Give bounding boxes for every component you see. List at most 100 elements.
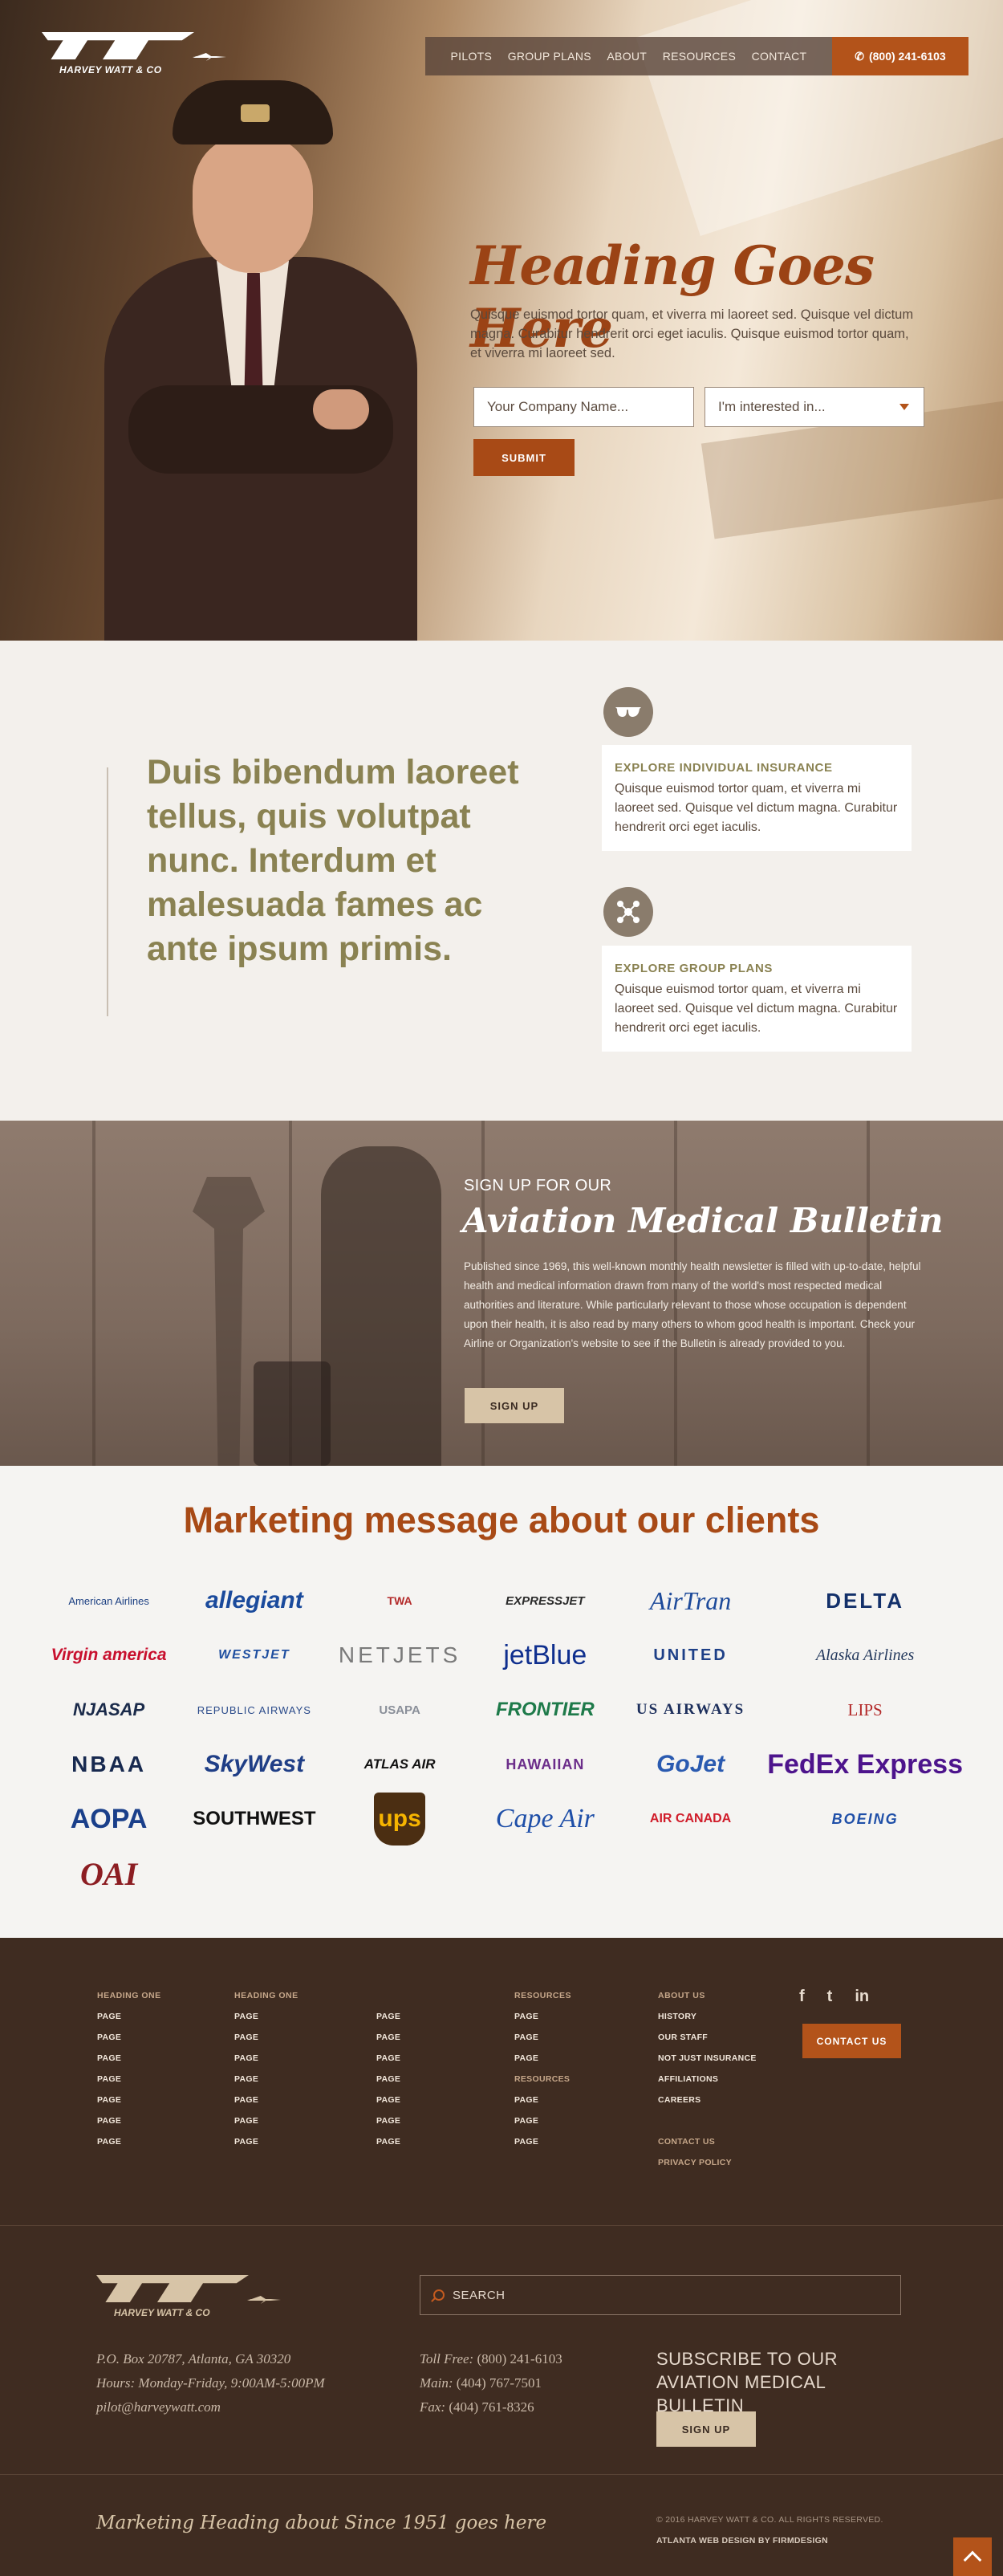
client-logo-grid: American Airlines allegiant TWA EXPRESSJ… xyxy=(40,1573,963,1901)
footer-link[interactable]: PAGE xyxy=(234,2033,298,2053)
footer-link-privacy[interactable]: PRIVACY POLICY xyxy=(658,2158,757,2179)
footer-link[interactable]: PAGE xyxy=(97,2033,161,2053)
footer-link[interactable]: PAGE xyxy=(514,2053,571,2074)
group-icon xyxy=(603,887,653,937)
client-logo: allegiant xyxy=(205,1587,303,1614)
client-logo: jetBlue xyxy=(503,1639,587,1671)
footer-link-staff[interactable]: OUR STAFF xyxy=(658,2033,757,2053)
nav-item-contact[interactable]: CONTACT xyxy=(752,50,807,63)
submit-button[interactable]: SUBMIT xyxy=(473,439,575,476)
back-to-top-button[interactable] xyxy=(953,2537,992,2576)
footer-link[interactable]: PAGE xyxy=(97,2012,161,2033)
client-logo: FedEx Express xyxy=(767,1748,963,1780)
client-logo: AIR CANADA xyxy=(649,1812,732,1825)
linkedin-icon[interactable]: in xyxy=(855,1988,869,2006)
feature-card-title[interactable]: EXPLORE INDIVIDUAL INSURANCE xyxy=(615,761,899,775)
client-logo: ATLAS AIR xyxy=(363,1756,436,1772)
interest-select[interactable]: I'm interested in... xyxy=(705,387,924,427)
footer-link[interactable]: PAGE xyxy=(97,2095,161,2116)
footer-address: P.O. Box 20787, Atlanta, GA 30320 Hours:… xyxy=(96,2347,325,2419)
footer-link[interactable]: PAGE xyxy=(234,2137,298,2158)
site-logo[interactable]: HARVEY WATT & CO xyxy=(42,31,226,80)
phone-label: Main: xyxy=(420,2375,453,2391)
footer-link[interactable]: PAGE xyxy=(376,2116,400,2137)
contact-us-button[interactable]: CONTACT US xyxy=(802,2024,901,2058)
footer-link[interactable]: PAGE xyxy=(376,2074,400,2095)
client-logo: GoJet xyxy=(656,1751,725,1777)
footer-link[interactable]: PAGE xyxy=(234,2012,298,2033)
footer-link[interactable]: PAGE xyxy=(376,2137,400,2158)
footer-phones: Toll Free: (800) 241-6103 Main: (404) 76… xyxy=(420,2347,562,2419)
client-logo: OAI xyxy=(80,1855,138,1892)
footer-link[interactable]: PAGE xyxy=(234,2116,298,2137)
hero-section: HARVEY WATT & CO PILOTS GROUP PLANS ABOU… xyxy=(0,0,1003,641)
company-name-placeholder: Your Company Name... xyxy=(487,399,629,414)
chevron-up-icon xyxy=(963,2550,982,2570)
feature-card-individual[interactable]: EXPLORE INDIVIDUAL INSURANCE Quisque eui… xyxy=(602,745,912,851)
footer-column: HEADING ONE PAGE PAGE PAGE PAGE PAGE PAG… xyxy=(234,1991,298,2158)
feature-card-title[interactable]: EXPLORE GROUP PLANS xyxy=(615,962,899,975)
footer-link[interactable]: PAGE xyxy=(514,2033,571,2053)
footer-link[interactable]: PAGE xyxy=(234,2053,298,2074)
footer-column: HEADING ONE PAGE PAGE PAGE PAGE PAGE PAG… xyxy=(97,1991,161,2158)
footer-link[interactable]: PAGE xyxy=(376,2095,400,2116)
hero-light xyxy=(636,0,1003,236)
phone-value[interactable]: (404) 767-7501 xyxy=(457,2375,542,2391)
feature-card-text: Quisque euismod tortor quam, et viverra … xyxy=(615,983,898,1035)
footer-link[interactable]: PAGE xyxy=(97,2074,161,2095)
client-logo: EXPRESSJET xyxy=(506,1593,585,1608)
phone-label: Fax: xyxy=(420,2399,446,2415)
footer-link[interactable]: PAGE xyxy=(514,2012,571,2033)
top-navigation: PILOTS GROUP PLANS ABOUT RESOURCES CONTA… xyxy=(425,37,832,75)
footer-link[interactable]: PAGE xyxy=(234,2074,298,2095)
footer-link-careers[interactable]: CAREERS xyxy=(658,2095,757,2116)
nav-item-resources[interactable]: RESOURCES xyxy=(663,50,736,63)
twitter-icon[interactable]: t xyxy=(827,1988,833,2006)
client-logo: NETJETS xyxy=(338,1642,461,1667)
facebook-icon[interactable]: f xyxy=(799,1988,805,2006)
footer-link[interactable]: PAGE xyxy=(234,2095,298,2116)
footer-divider xyxy=(0,2225,1003,2226)
phone-label: Toll Free: xyxy=(420,2351,474,2366)
sunglasses-icon xyxy=(603,687,653,737)
footer-link-affiliations[interactable]: AFFILIATIONS xyxy=(658,2074,757,2095)
footer-link[interactable]: PAGE xyxy=(97,2116,161,2137)
footer-link[interactable]: PAGE xyxy=(514,2095,571,2116)
client-logo: ups xyxy=(374,1793,426,1846)
footer-link[interactable]: PAGE xyxy=(514,2137,571,2158)
logo-text: HARVEY WATT & CO xyxy=(59,64,162,75)
footer-column: ABOUT US HISTORY OUR STAFF NOT JUST INSU… xyxy=(658,1991,757,2179)
company-name-input[interactable]: Your Company Name... xyxy=(473,387,694,427)
nav-item-pilots[interactable]: PILOTS xyxy=(451,50,493,63)
pilot-image xyxy=(96,80,417,641)
bulletin-signup-button[interactable]: SIGN UP xyxy=(465,1388,564,1423)
footer-heading: HEADING ONE xyxy=(97,1991,161,2000)
footer-link[interactable]: PAGE xyxy=(376,2053,400,2074)
search-input[interactable]: SEARCH xyxy=(420,2275,901,2315)
client-logo: UNITED xyxy=(653,1646,728,1664)
footer-divider xyxy=(0,2474,1003,2475)
phone-value[interactable]: (404) 761-8326 xyxy=(449,2399,534,2415)
footer-link[interactable]: PAGE xyxy=(97,2137,161,2158)
nav-item-about[interactable]: ABOUT xyxy=(607,50,647,63)
footer-link[interactable]: PAGE xyxy=(376,2012,400,2033)
footer-logo[interactable]: HARVEY WATT & CO xyxy=(96,2273,281,2323)
footer-link-not-just-insurance[interactable]: NOT JUST INSURANCE xyxy=(658,2053,757,2074)
footer-link-contact[interactable]: CONTACT US xyxy=(658,2137,757,2158)
credit-link[interactable]: ATLANTA WEB DESIGN BY FIRMDESIGN xyxy=(656,2530,883,2551)
phone-button[interactable]: ✆ (800) 241-6103 xyxy=(832,37,968,75)
footer-signup-button[interactable]: SIGN UP xyxy=(656,2411,756,2447)
footer-link[interactable]: PAGE xyxy=(514,2116,571,2137)
footer-link[interactable]: PAGE xyxy=(97,2053,161,2074)
client-logo: USAPA xyxy=(379,1703,420,1717)
footer-link[interactable]: PAGE xyxy=(376,2033,400,2053)
email-link[interactable]: pilot@harveywatt.com xyxy=(96,2395,325,2419)
interest-select-value: I'm interested in... xyxy=(718,399,826,414)
bulletin-kicker: SIGN UP FOR OUR xyxy=(464,1177,612,1194)
nav-item-group-plans[interactable]: GROUP PLANS xyxy=(508,50,591,63)
phone-value[interactable]: (800) 241-6103 xyxy=(477,2351,562,2366)
feature-card-group[interactable]: EXPLORE GROUP PLANS Quisque euismod tort… xyxy=(602,946,912,1052)
footer-link[interactable]: RESOURCES xyxy=(514,2074,571,2095)
airplane-icon xyxy=(247,2296,281,2304)
footer-link-history[interactable]: HISTORY xyxy=(658,2012,757,2033)
